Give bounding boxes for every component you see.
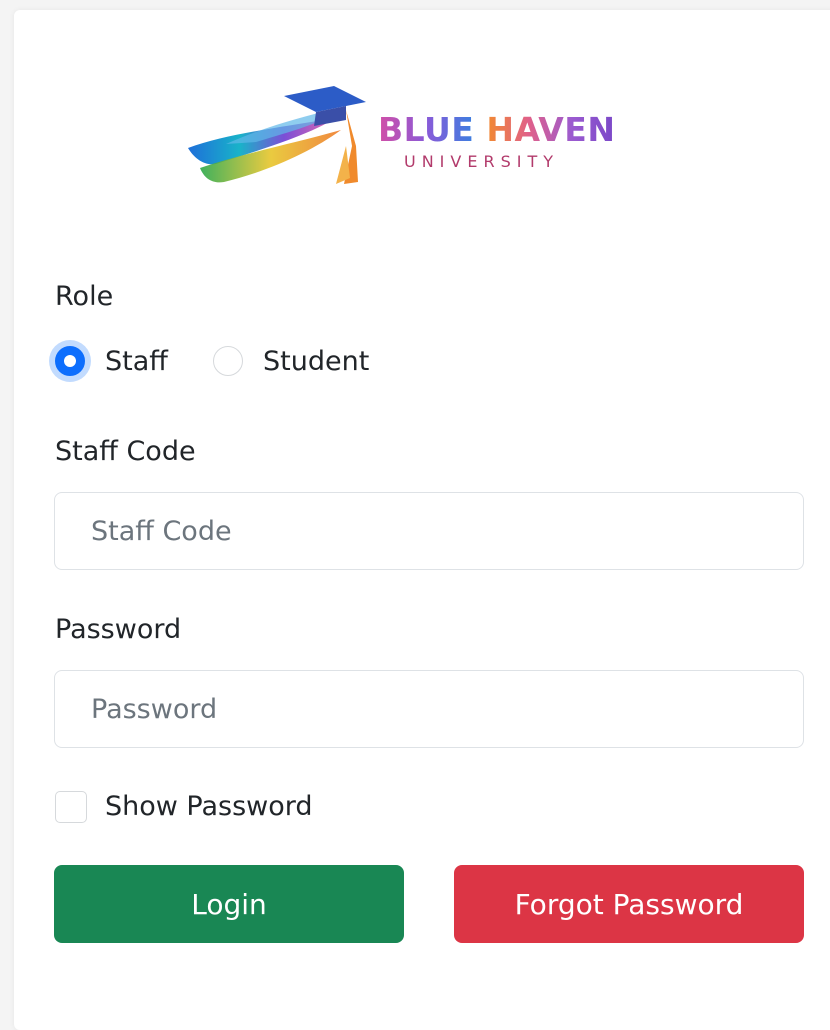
password-input[interactable] <box>54 670 804 748</box>
logo-title-haven: HAVEN <box>486 110 616 149</box>
role-radio-student[interactable] <box>213 346 243 376</box>
show-password-label[interactable]: Show Password <box>105 790 313 824</box>
forgot-password-button[interactable]: Forgot Password <box>454 865 804 943</box>
role-label: Role <box>55 281 114 312</box>
logo-title-blue: BLUE <box>378 110 475 149</box>
staff-code-label: Staff Code <box>55 436 196 467</box>
role-radio-student-label[interactable]: Student <box>263 345 369 379</box>
login-button[interactable]: Login <box>54 865 404 943</box>
graduation-cap-wave-icon <box>188 86 366 184</box>
show-password-checkbox[interactable] <box>55 791 87 823</box>
logo-title: BLUE HAVEN <box>378 110 615 150</box>
role-radio-staff-label[interactable]: Staff <box>105 345 168 379</box>
university-logo: BLUE HAVEN UNIVERSITY <box>186 86 656 192</box>
staff-code-input[interactable] <box>54 492 804 570</box>
role-radio-staff[interactable] <box>55 346 85 376</box>
password-label: Password <box>55 614 182 645</box>
logo-subtitle: UNIVERSITY <box>404 152 559 171</box>
